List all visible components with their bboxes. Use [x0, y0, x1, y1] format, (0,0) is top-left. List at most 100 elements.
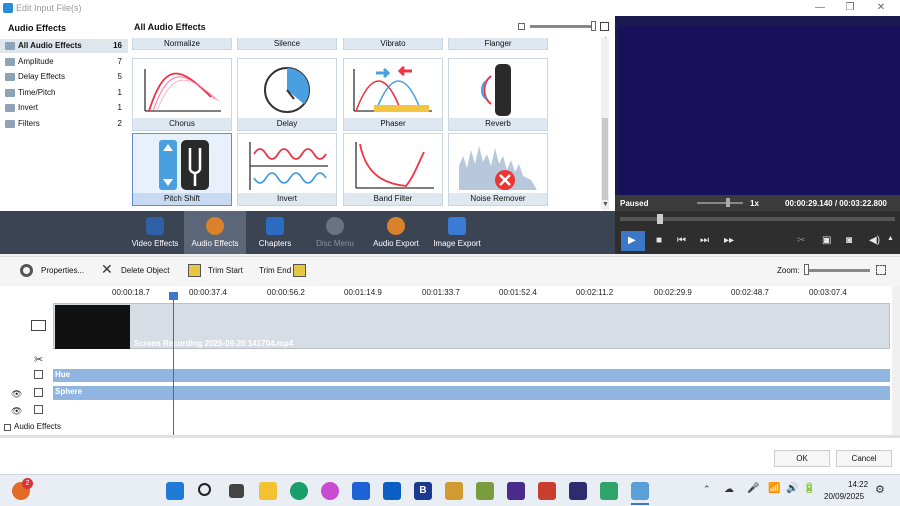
timeline-ruler[interactable]: 00:00:18.7 00:00:37.4 00:00:56.2 00:01:1… — [0, 286, 892, 300]
tile-flanger[interactable]: Flanger — [448, 38, 548, 50]
file-explorer-icon[interactable] — [259, 482, 277, 500]
volume-chevron-icon[interactable]: ▲ — [887, 235, 894, 242]
video-clip[interactable]: Screen Recording 2025-09-20 141704.mp4 — [53, 303, 890, 349]
track-toggle-icon[interactable] — [34, 405, 43, 414]
snapshot-icon[interactable]: ◙ — [846, 235, 852, 246]
tile-phaser[interactable]: Phaser — [343, 58, 443, 131]
tile-chorus[interactable]: Chorus — [132, 58, 232, 131]
category-all-audio-effects[interactable]: All Audio Effects 16 — [0, 39, 128, 53]
task-view-icon[interactable] — [229, 484, 244, 498]
edge-icon[interactable] — [290, 482, 308, 500]
tile-band-filter[interactable]: Band Filter — [343, 133, 443, 206]
ok-button[interactable]: OK — [774, 450, 830, 467]
start-icon[interactable] — [166, 482, 184, 500]
category-invert[interactable]: Invert 1 — [0, 101, 128, 115]
category-amplitude[interactable]: Amplitude 7 — [0, 55, 128, 69]
cut-icon[interactable]: ✂ — [797, 235, 805, 246]
battery-icon[interactable]: 🔋 — [803, 483, 815, 494]
properties-button[interactable]: Properties... — [41, 266, 84, 275]
zoom-slider[interactable] — [806, 269, 870, 272]
eye-icon[interactable]: 👁 — [11, 389, 22, 400]
audio-export-button[interactable]: Audio Export — [366, 211, 426, 254]
category-delay-effects[interactable]: Delay Effects 5 — [0, 70, 128, 84]
volume-icon[interactable]: ◀) — [869, 235, 880, 246]
tile-size-slider[interactable] — [530, 25, 595, 28]
speed-slider[interactable] — [697, 202, 743, 204]
trim-start-button[interactable]: Trim Start — [208, 266, 243, 275]
scroll-down-icon[interactable]: ▼ — [602, 201, 609, 208]
sphere-toggle-icon[interactable] — [34, 388, 43, 397]
maximize-button[interactable]: ❐ — [835, 1, 865, 15]
video-preview[interactable] — [615, 16, 900, 211]
tile-silence[interactable]: Silence — [237, 38, 337, 50]
tile-size-slider-thumb[interactable] — [591, 21, 596, 31]
image-export-button[interactable]: Image Export — [430, 211, 484, 254]
speed-slider-thumb[interactable] — [726, 198, 730, 207]
sphere-effect-bar[interactable]: Sphere — [53, 386, 890, 400]
hue-effect-bar[interactable]: Hue — [53, 369, 890, 382]
minimize-button[interactable]: — — [805, 1, 835, 15]
small-view-icon[interactable] — [518, 23, 525, 30]
next-frame-button[interactable]: ⏭ — [700, 235, 709, 246]
tile-vibrato[interactable]: Vibrato — [343, 38, 443, 50]
fit-icon[interactable] — [876, 265, 886, 275]
ruler-tick: 00:03:07.4 — [809, 288, 847, 297]
gear-icon — [20, 264, 33, 277]
hue-toggle-icon[interactable] — [34, 370, 43, 379]
clock-date[interactable]: 20/09/2025 — [824, 492, 864, 501]
category-time-pitch[interactable]: Time/Pitch 1 — [0, 86, 128, 100]
app-icon-4[interactable] — [538, 482, 556, 500]
tile-invert[interactable]: Invert — [237, 133, 337, 206]
cloud-icon[interactable]: ☁ — [724, 484, 734, 495]
ruler-tick: 00:01:52.4 — [499, 288, 537, 297]
video-effects-button[interactable]: Video Effects — [128, 211, 182, 254]
trim-end-button[interactable]: Trim End — [259, 266, 291, 275]
app-icon-5[interactable] — [569, 482, 587, 500]
stop-button[interactable]: ■ — [656, 235, 662, 246]
chevron-up-icon[interactable]: ⌃ — [703, 484, 711, 495]
tile-pitch-shift[interactable]: Pitch Shift — [132, 133, 232, 206]
timeline-vscroll[interactable] — [892, 286, 900, 436]
delete-object-button[interactable]: Delete Object — [121, 266, 169, 275]
dropbox-icon[interactable] — [352, 482, 370, 500]
tile-normalize[interactable]: Normalize — [132, 38, 232, 50]
app-icon — [3, 3, 13, 13]
tile-noise-remover[interactable]: Noise Remover — [448, 133, 548, 206]
clock-time[interactable]: 14:22 — [848, 480, 868, 489]
playback-time: 00:00:29.140 / 00:03:22.800 — [785, 199, 887, 208]
picture-icon[interactable]: ▣ — [822, 235, 831, 246]
folder-icon — [5, 104, 15, 112]
playhead-marker[interactable] — [169, 292, 178, 300]
video-editor-icon[interactable] — [631, 482, 649, 500]
app-icon-6[interactable] — [600, 482, 618, 500]
zoom-slider-thumb[interactable] — [804, 264, 809, 275]
store-icon[interactable] — [383, 482, 401, 500]
app-icon-2[interactable] — [476, 482, 494, 500]
speaker-icon[interactable]: 🔊 — [786, 483, 798, 494]
app-icon-1[interactable] — [445, 482, 463, 500]
eye-icon[interactable]: 👁 — [11, 406, 22, 417]
copilot-icon[interactable] — [321, 482, 339, 500]
scrollbar-thumb[interactable] — [602, 118, 608, 200]
step-forward-button[interactable]: ▸▸ — [724, 235, 734, 246]
tile-reverb[interactable]: Reverb — [448, 58, 548, 131]
b-app-icon[interactable]: B — [414, 482, 432, 500]
wifi-icon[interactable]: 📶 — [768, 483, 780, 494]
large-view-icon[interactable] — [600, 22, 609, 31]
previous-frame-button[interactable]: ⏮ — [677, 235, 686, 246]
seek-bar-thumb[interactable] — [657, 214, 663, 224]
category-filters[interactable]: Filters 2 — [0, 117, 128, 131]
ruler-tick: 00:00:56.2 — [267, 288, 305, 297]
disc-menu-button[interactable]: Disc Menu — [310, 211, 360, 254]
notifications-icon[interactable]: ⚙ — [875, 483, 885, 496]
cancel-button[interactable]: Cancel — [836, 450, 892, 467]
audio-effects-button[interactable]: Audio Effects — [184, 211, 246, 254]
app-icon-3[interactable] — [507, 482, 525, 500]
chapters-button[interactable]: Chapters — [250, 211, 300, 254]
search-icon[interactable] — [198, 483, 211, 496]
tile-delay[interactable]: Delay — [237, 58, 337, 131]
close-button[interactable]: ✕ — [866, 1, 896, 15]
microphone-icon[interactable]: 🎤 — [747, 483, 759, 494]
effects-scrollbar[interactable] — [601, 38, 609, 210]
collapse-icon[interactable] — [4, 424, 11, 431]
